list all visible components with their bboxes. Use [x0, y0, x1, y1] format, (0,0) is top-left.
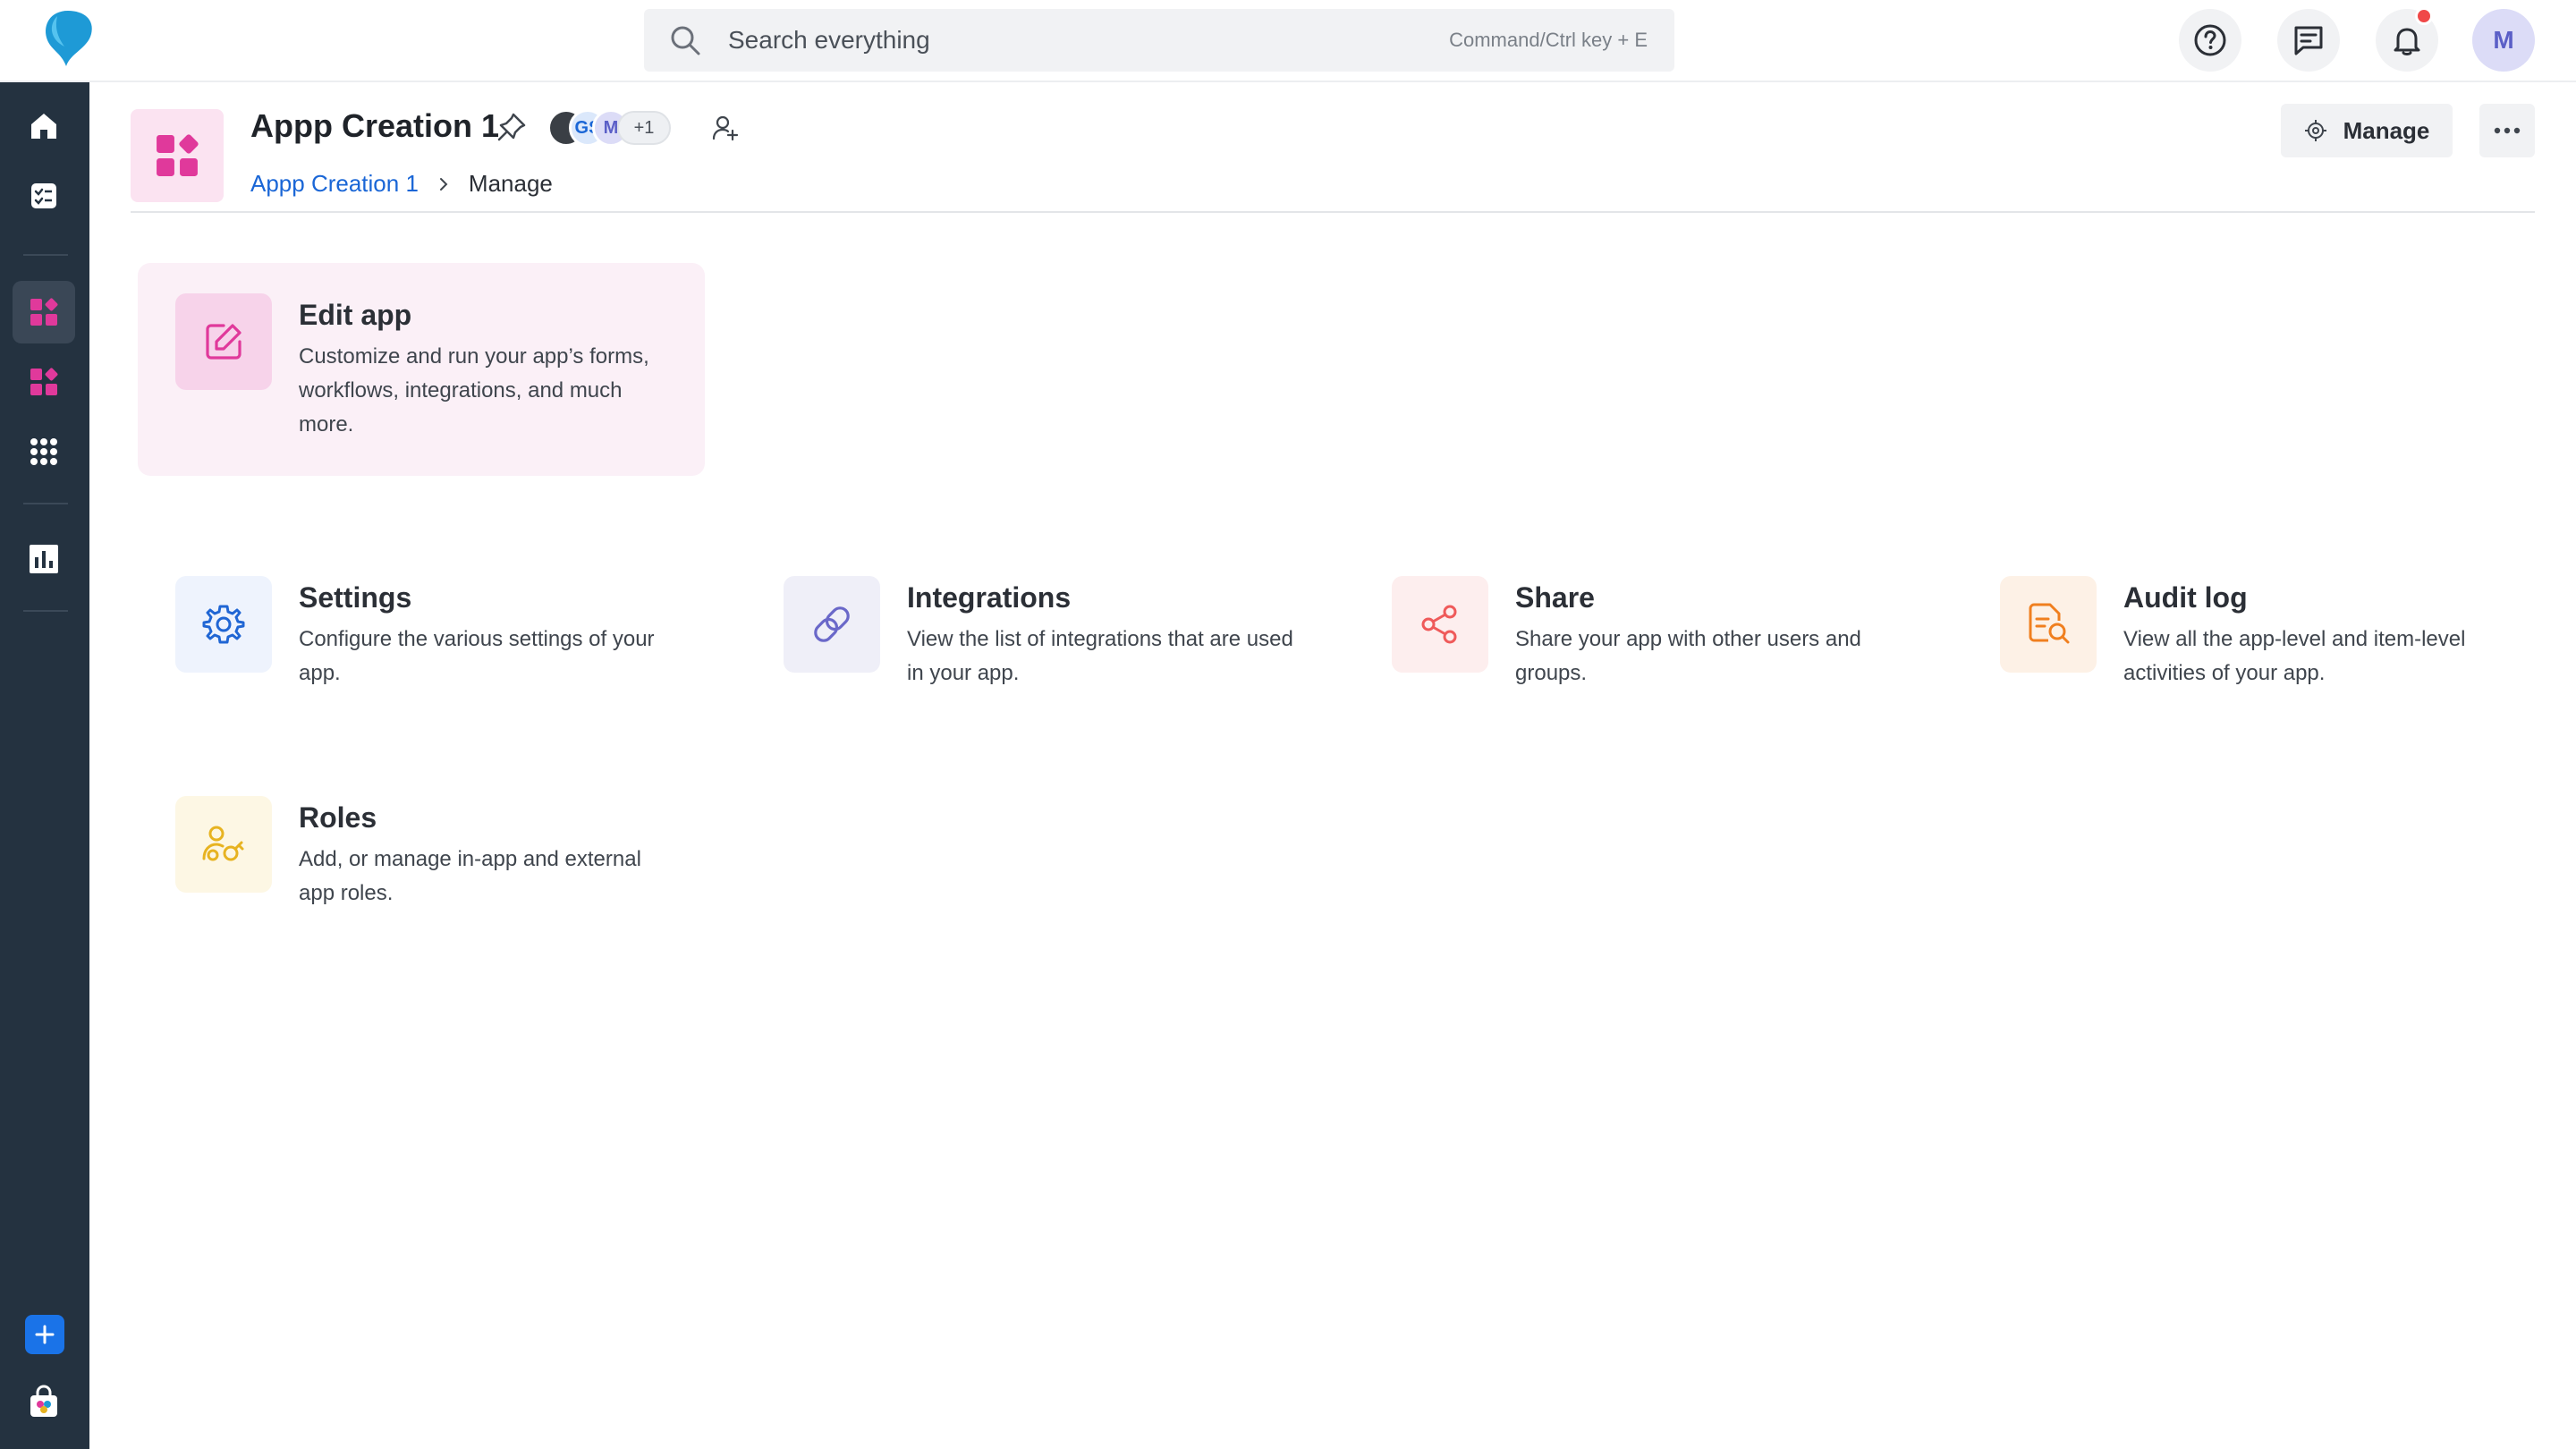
user-avatar[interactable]: M: [2472, 9, 2535, 72]
global-search[interactable]: Search everything Command/Ctrl key + E: [644, 9, 1674, 72]
sidebar-divider: [23, 503, 68, 504]
manage-button-label: Manage: [2343, 116, 2430, 144]
home-icon: [31, 114, 56, 139]
gear-pencil-icon: [2304, 120, 2326, 141]
plus-icon: [35, 1325, 55, 1344]
sidebar-item-all-apps[interactable]: [13, 420, 75, 483]
audit-log-icon-tile: [2000, 576, 2097, 673]
brand-logo-icon[interactable]: [39, 7, 97, 70]
document-search-icon: [2029, 603, 2070, 644]
integrations-card[interactable]: Integrations View the list of integratio…: [784, 576, 1338, 701]
settings-icon-tile: [175, 576, 272, 673]
chat-icon: [2294, 26, 2323, 55]
sidebar-item-home[interactable]: [13, 95, 75, 157]
card-description: Configure the various settings of your a…: [299, 627, 655, 685]
edit-icon-tile: [175, 293, 272, 390]
app-widget-icon: [30, 368, 58, 395]
shopping-bag-icon: [30, 1385, 57, 1417]
help-icon: [2194, 24, 2226, 56]
settings-card[interactable]: Settings Configure the various settings …: [175, 576, 730, 701]
bell-icon: [2394, 28, 2420, 55]
card-description: View all the app-level and item-level ac…: [2123, 627, 2466, 685]
roles-card[interactable]: Roles Add, or manage in-app and external…: [175, 796, 730, 921]
user-key-icon: [202, 826, 244, 861]
more-options-button[interactable]: [2479, 104, 2535, 157]
notification-badge: [2415, 7, 2433, 25]
card-title: Settings: [299, 581, 412, 614]
app-icon-tile: [131, 109, 224, 202]
share-card[interactable]: Share Share your app with other users an…: [1392, 576, 1946, 701]
search-icon: [671, 26, 700, 55]
checklist-icon: [31, 183, 56, 208]
header-divider: [131, 211, 2535, 213]
audit-log-card[interactable]: Audit log View all the app-level and ite…: [2000, 576, 2555, 701]
bar-chart-icon: [30, 545, 58, 573]
card-title: Roles: [299, 801, 377, 834]
app-widget-icon: [157, 134, 199, 176]
messages-button[interactable]: [2277, 9, 2340, 72]
search-shortcut-hint: Command/Ctrl key + E: [1449, 29, 1648, 51]
grid-dots-icon: [30, 438, 57, 465]
card-description: Add, or manage in-app and external app r…: [299, 847, 641, 905]
page-title: Appp Creation 1: [250, 107, 500, 144]
manage-button[interactable]: Manage: [2281, 104, 2453, 157]
share-icon: [1421, 605, 1457, 644]
edit-icon: [206, 324, 242, 360]
chevron-right-icon: [439, 177, 448, 191]
more-horizontal-icon: [2494, 127, 2521, 134]
integrations-icon-tile: [784, 576, 880, 673]
breadcrumb-root-link[interactable]: Appp Creation 1: [250, 170, 419, 198]
top-bar: Search everything Command/Ctrl key + E M: [0, 0, 2576, 82]
link-icon: [814, 606, 850, 642]
help-button[interactable]: [2179, 9, 2241, 72]
edit-app-card[interactable]: Edit app Customize and run your app’s fo…: [138, 263, 705, 476]
breadcrumb: Appp Creation 1 Manage: [250, 170, 553, 198]
share-icon-tile: [1392, 576, 1488, 673]
card-description: View the list of integrations that are u…: [907, 627, 1293, 685]
left-sidebar: [0, 82, 89, 1449]
card-title: Integrations: [907, 581, 1072, 614]
sidebar-item-tasks[interactable]: [13, 165, 75, 227]
sidebar-item-current-app[interactable]: [13, 281, 75, 343]
search-input[interactable]: Search everything: [728, 26, 1449, 55]
sidebar-item-marketplace[interactable]: [13, 1370, 75, 1433]
sidebar-divider: [23, 254, 68, 256]
card-description: Customize and run your app’s forms, work…: [299, 344, 649, 436]
sidebar-item-apps[interactable]: [13, 351, 75, 413]
create-new-button[interactable]: [25, 1315, 64, 1354]
sidebar-divider: [23, 610, 68, 612]
breadcrumb-current: Manage: [468, 170, 553, 197]
gear-icon: [202, 605, 245, 644]
sidebar-item-reports[interactable]: [13, 528, 75, 590]
card-title: Edit app: [299, 299, 412, 331]
roles-icon-tile: [175, 796, 272, 893]
card-description: Share your app with other users and grou…: [1515, 627, 1861, 685]
app-widget-icon: [30, 298, 58, 326]
pin-icon[interactable]: [496, 111, 528, 143]
card-title: Audit log: [2123, 581, 2248, 614]
app-members[interactable]: GS M +1: [547, 109, 673, 147]
card-title: Share: [1515, 581, 1595, 614]
add-user-icon[interactable]: [712, 114, 739, 141]
members-more-count[interactable]: +1: [617, 111, 671, 145]
